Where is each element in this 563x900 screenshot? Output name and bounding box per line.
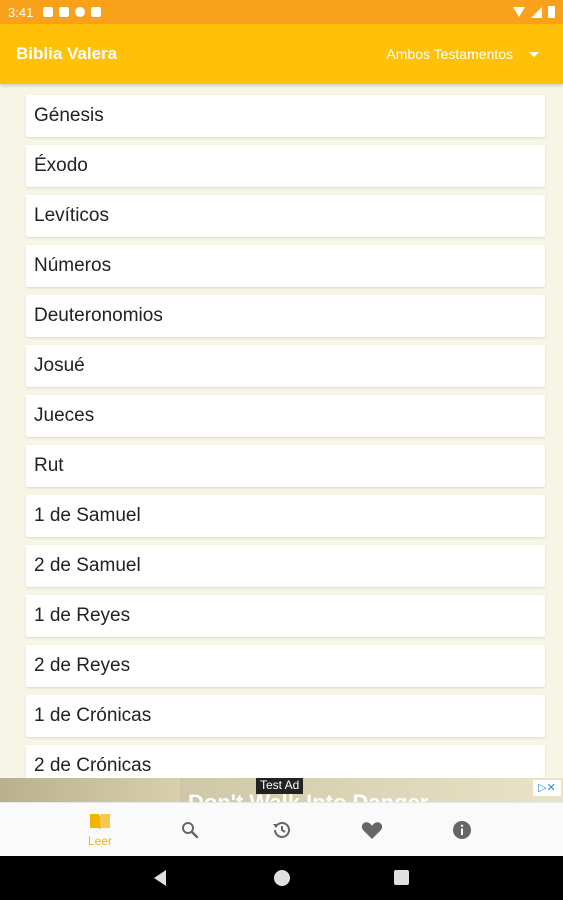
ad-choices-button[interactable]: ▷✕ xyxy=(533,780,561,796)
app-bar: Biblia Valera Ambos Testamentos xyxy=(0,24,563,84)
book-item-josue[interactable]: Josué xyxy=(26,345,545,387)
notification-icon xyxy=(59,7,70,17)
nav-favorites[interactable] xyxy=(342,803,402,857)
testament-selected-value: Ambos Testamentos xyxy=(386,46,513,62)
book-item-numeros[interactable]: Números xyxy=(26,245,545,287)
chevron-down-icon xyxy=(529,51,539,57)
search-icon xyxy=(182,822,199,839)
book-item-exodo[interactable]: Éxodo xyxy=(26,145,545,187)
book-item-1-reyes[interactable]: 1 de Reyes xyxy=(26,595,545,637)
nav-read[interactable]: Leer xyxy=(70,803,130,857)
recents-icon[interactable] xyxy=(394,870,409,885)
book-item-2-cronicas[interactable]: 2 de Crónicas xyxy=(26,745,545,778)
book-list[interactable]: Génesis Éxodo Levíticos Números Deuteron… xyxy=(0,84,563,778)
home-icon[interactable] xyxy=(274,870,290,886)
book-item-1-cronicas[interactable]: 1 de Crónicas xyxy=(26,695,545,737)
book-item-1-samuel[interactable]: 1 de Samuel xyxy=(26,495,545,537)
book-item-deuteronomios[interactable]: Deuteronomios xyxy=(26,295,545,337)
ad-headline: Don't Walk Into Danger xyxy=(188,790,428,802)
status-notifications xyxy=(43,7,102,17)
testament-dropdown[interactable]: Ambos Testamentos xyxy=(386,46,539,62)
bottom-nav: Leer xyxy=(0,802,563,856)
heart-icon xyxy=(361,822,383,839)
signal-icon xyxy=(531,6,542,18)
ad-banner[interactable]: Don't Walk Into Danger Test Ad ▷✕ xyxy=(0,778,563,802)
battery-icon xyxy=(548,6,555,18)
nav-info[interactable] xyxy=(432,803,492,857)
system-navigation-bar xyxy=(0,856,563,900)
ad-badge: Test Ad xyxy=(256,778,304,794)
sd-card-icon xyxy=(91,7,102,17)
book-item-jueces[interactable]: Jueces xyxy=(26,395,545,437)
status-bar: 3:41 xyxy=(0,0,563,24)
wifi-icon xyxy=(513,7,525,17)
status-time: 3:41 xyxy=(8,4,34,20)
book-item-2-reyes[interactable]: 2 de Reyes xyxy=(26,645,545,687)
book-item-genesis[interactable]: Génesis xyxy=(26,95,545,137)
app-icon xyxy=(75,7,86,17)
history-icon xyxy=(273,821,290,838)
ad-image xyxy=(0,778,180,802)
book-item-2-samuel[interactable]: 2 de Samuel xyxy=(26,545,545,587)
nav-search[interactable] xyxy=(160,803,220,857)
notification-icon xyxy=(43,7,54,17)
book-item-rut[interactable]: Rut xyxy=(26,445,545,487)
nav-read-label: Leer xyxy=(87,834,113,848)
book-open-icon xyxy=(90,814,110,830)
back-icon[interactable] xyxy=(154,870,166,886)
book-item-leviticos[interactable]: Levíticos xyxy=(26,195,545,237)
nav-history[interactable] xyxy=(252,803,312,857)
status-system-icons xyxy=(513,6,555,18)
info-icon xyxy=(453,821,471,839)
app-title: Biblia Valera xyxy=(16,44,118,63)
